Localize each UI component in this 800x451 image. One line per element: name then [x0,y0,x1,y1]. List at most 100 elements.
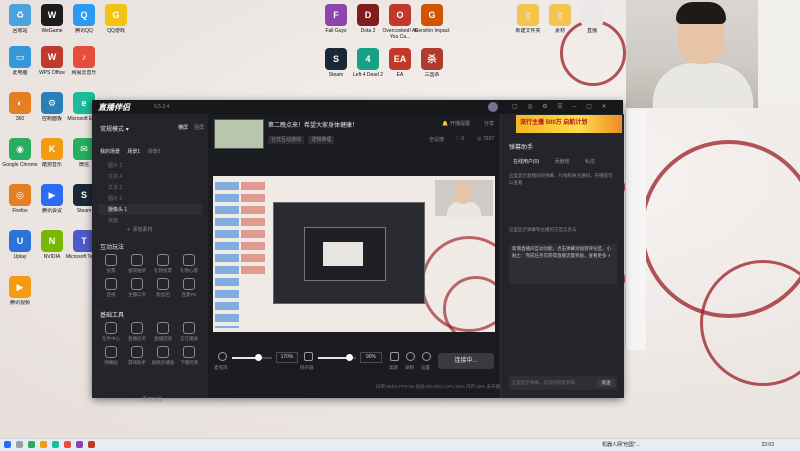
tag[interactable]: 逻辑推理 [308,136,335,144]
promo-banner[interactable]: 流行主播 500万 启航计划 [516,115,622,133]
desktop-icon[interactable]: 杀三国杀 [412,48,452,84]
live-preview[interactable] [213,176,495,332]
gear-icon[interactable] [422,352,431,361]
link-icon [105,278,117,290]
tool-gift-vote[interactable]: 礼物投票 [150,254,176,274]
desktop-icon[interactable]: ▶ 腾讯视频 [0,276,40,312]
rank-label[interactable]: 全站榜 [429,136,444,143]
tool-offline-check[interactable]: 下播检测 [176,346,202,366]
speaker-percent[interactable]: 90% [360,352,382,363]
stream-title[interactable]: 第二晚点来！希望大家身体健康！ [268,120,358,129]
tool-pk[interactable]: 连麦PK [176,278,202,298]
taskbar: 机器人网"他国"... 22:03 [0,438,800,451]
speaker-volume-slider[interactable] [318,354,356,361]
app-icon[interactable] [64,441,71,448]
source-item[interactable]: 文本 4 [98,171,202,182]
danmaku-input[interactable]: 这里显示弹幕，欢迎新朋友到来... 发送 [509,376,617,390]
mic-percent[interactable]: 170% [276,352,298,363]
play-icon [183,322,195,334]
app-icon: U [9,230,31,252]
tool-lucky-bag[interactable]: 福袋抽奖 [124,254,150,274]
webcam-person-hair [676,2,726,24]
tab-contribution[interactable]: 贡献榜 [555,159,570,165]
desktop-icon[interactable]: G QQ游戏 [96,4,136,40]
more-features-button[interactable]: ··· 更多功能 [136,396,162,403]
tool-video-cloud[interactable]: 视频云播放 [150,346,176,366]
add-source-button[interactable]: ＋ 添加素材 [126,226,152,233]
wechat-icon[interactable] [28,441,35,448]
desktop-file-3[interactable]: 直播 [572,4,612,40]
microphone-icon[interactable] [218,352,227,361]
source-item[interactable]: 文本 2 [98,182,202,193]
tool-replay[interactable]: 直播回放 [150,322,176,342]
tool-live-task[interactable]: 直播任务 [124,322,150,342]
app-icon: ◐ [9,92,31,114]
start-icon[interactable] [4,441,11,448]
cloud-icon [157,346,169,358]
tool-password[interactable]: 主播口令 [124,278,150,298]
tip-box[interactable]: 新增直播间互动功能，点击弹幕添加到评论区。小贴士：完成任务可获得直播流量奖励，查… [509,244,617,284]
app-icon[interactable] [76,441,83,448]
speaker-icon[interactable] [304,352,313,361]
user-avatar[interactable] [488,102,498,112]
edge-icon[interactable] [52,441,59,448]
tool-game-helper[interactable]: 游戏助手 [124,346,150,366]
mode-label[interactable]: 常规模式 [100,127,124,133]
app-icon: ◎ [9,184,31,206]
tab-messages[interactable]: 私信 [585,159,595,165]
record-icon[interactable] [406,352,415,361]
scene-tabs: 我的场景 场景1 场景2 [100,148,166,155]
app-icon: N [41,230,63,252]
reminder-label: 开播提醒 [449,121,470,127]
mic-volume-slider[interactable] [232,354,272,361]
cover-thumbnail[interactable] [214,119,264,149]
desktop-icon[interactable]: ♪ 网易云音乐 [64,46,104,82]
search-icon[interactable] [16,441,23,448]
landscape-button[interactable]: 横屏 [178,124,188,131]
tag[interactable]: 社交互动游戏 [268,136,305,144]
folder-icon[interactable] [40,441,47,448]
send-button[interactable]: 发送 [597,379,615,387]
app-version: 6.5.3.4 [154,104,170,110]
tool-task-center[interactable]: 任务中心 [98,322,124,342]
live-reminder[interactable]: 🔔 开播提醒 [442,120,470,127]
start-live-button[interactable]: 连接中... [438,353,494,369]
chevron-down-icon[interactable]: ▾ [126,127,129,133]
stream-tags: 社交互动游戏 逻辑推理 [268,136,337,144]
tab-online-users[interactable]: 在线用户(0) [513,159,539,165]
tool-vote[interactable]: 投票 [98,254,124,274]
tool-connect[interactable]: 连线 [98,278,124,298]
source-item[interactable]: 图片 2 [98,193,202,204]
tab-scene-1[interactable]: 场景1 [127,149,140,155]
background-window-edge [625,110,646,350]
app-icon: ▶ [9,276,31,298]
mic-volume-knob[interactable] [255,354,263,361]
tool-gift-wish[interactable]: 礼物心愿 [176,254,202,274]
preview-nested-window [273,202,425,304]
preview-person-head [455,182,471,204]
taskbar-task[interactable]: 机器人网"他国"... [602,440,640,450]
desktop-icon-label: QQ游戏 [107,28,125,34]
tool-label: 投票 [106,268,116,273]
tool-now-playing[interactable]: 正在播放 [176,322,202,342]
beauty-icon[interactable] [390,352,399,361]
file-icon [581,4,603,26]
share-button[interactable]: 分享 [484,120,494,127]
source-item[interactable]: 图片 1 [98,160,202,171]
app-icon: O [389,4,411,26]
preview-desktop-icons [241,182,265,278]
tool-label: 直播任务 [128,336,146,341]
tool-danmaku[interactable]: 弹幕贴 [98,346,124,366]
source-item[interactable]: 桌面 [98,215,202,226]
tool-fan-club[interactable]: 粉丝团 [150,278,176,298]
speaker-volume-knob[interactable] [346,354,354,361]
tab-scene-2[interactable]: 场景2 [148,149,161,155]
live-companion-taskbar-icon[interactable] [88,441,95,448]
tool-label: 弹幕贴 [104,360,118,365]
titlebar-icons[interactable]: ▢ ◎ ⚙ ☰ ─ ▢ ✕ [512,103,611,110]
app-icon: K [41,138,63,160]
desktop-icon[interactable]: G Genshin Impact [412,4,452,40]
notice-text: 这里显示直播间的弹幕、礼物和关注通知，开播后可以查看 [509,173,613,185]
source-item[interactable]: 摄像头 1 [98,204,202,215]
portrait-button[interactable]: 竖屏 [194,124,204,131]
